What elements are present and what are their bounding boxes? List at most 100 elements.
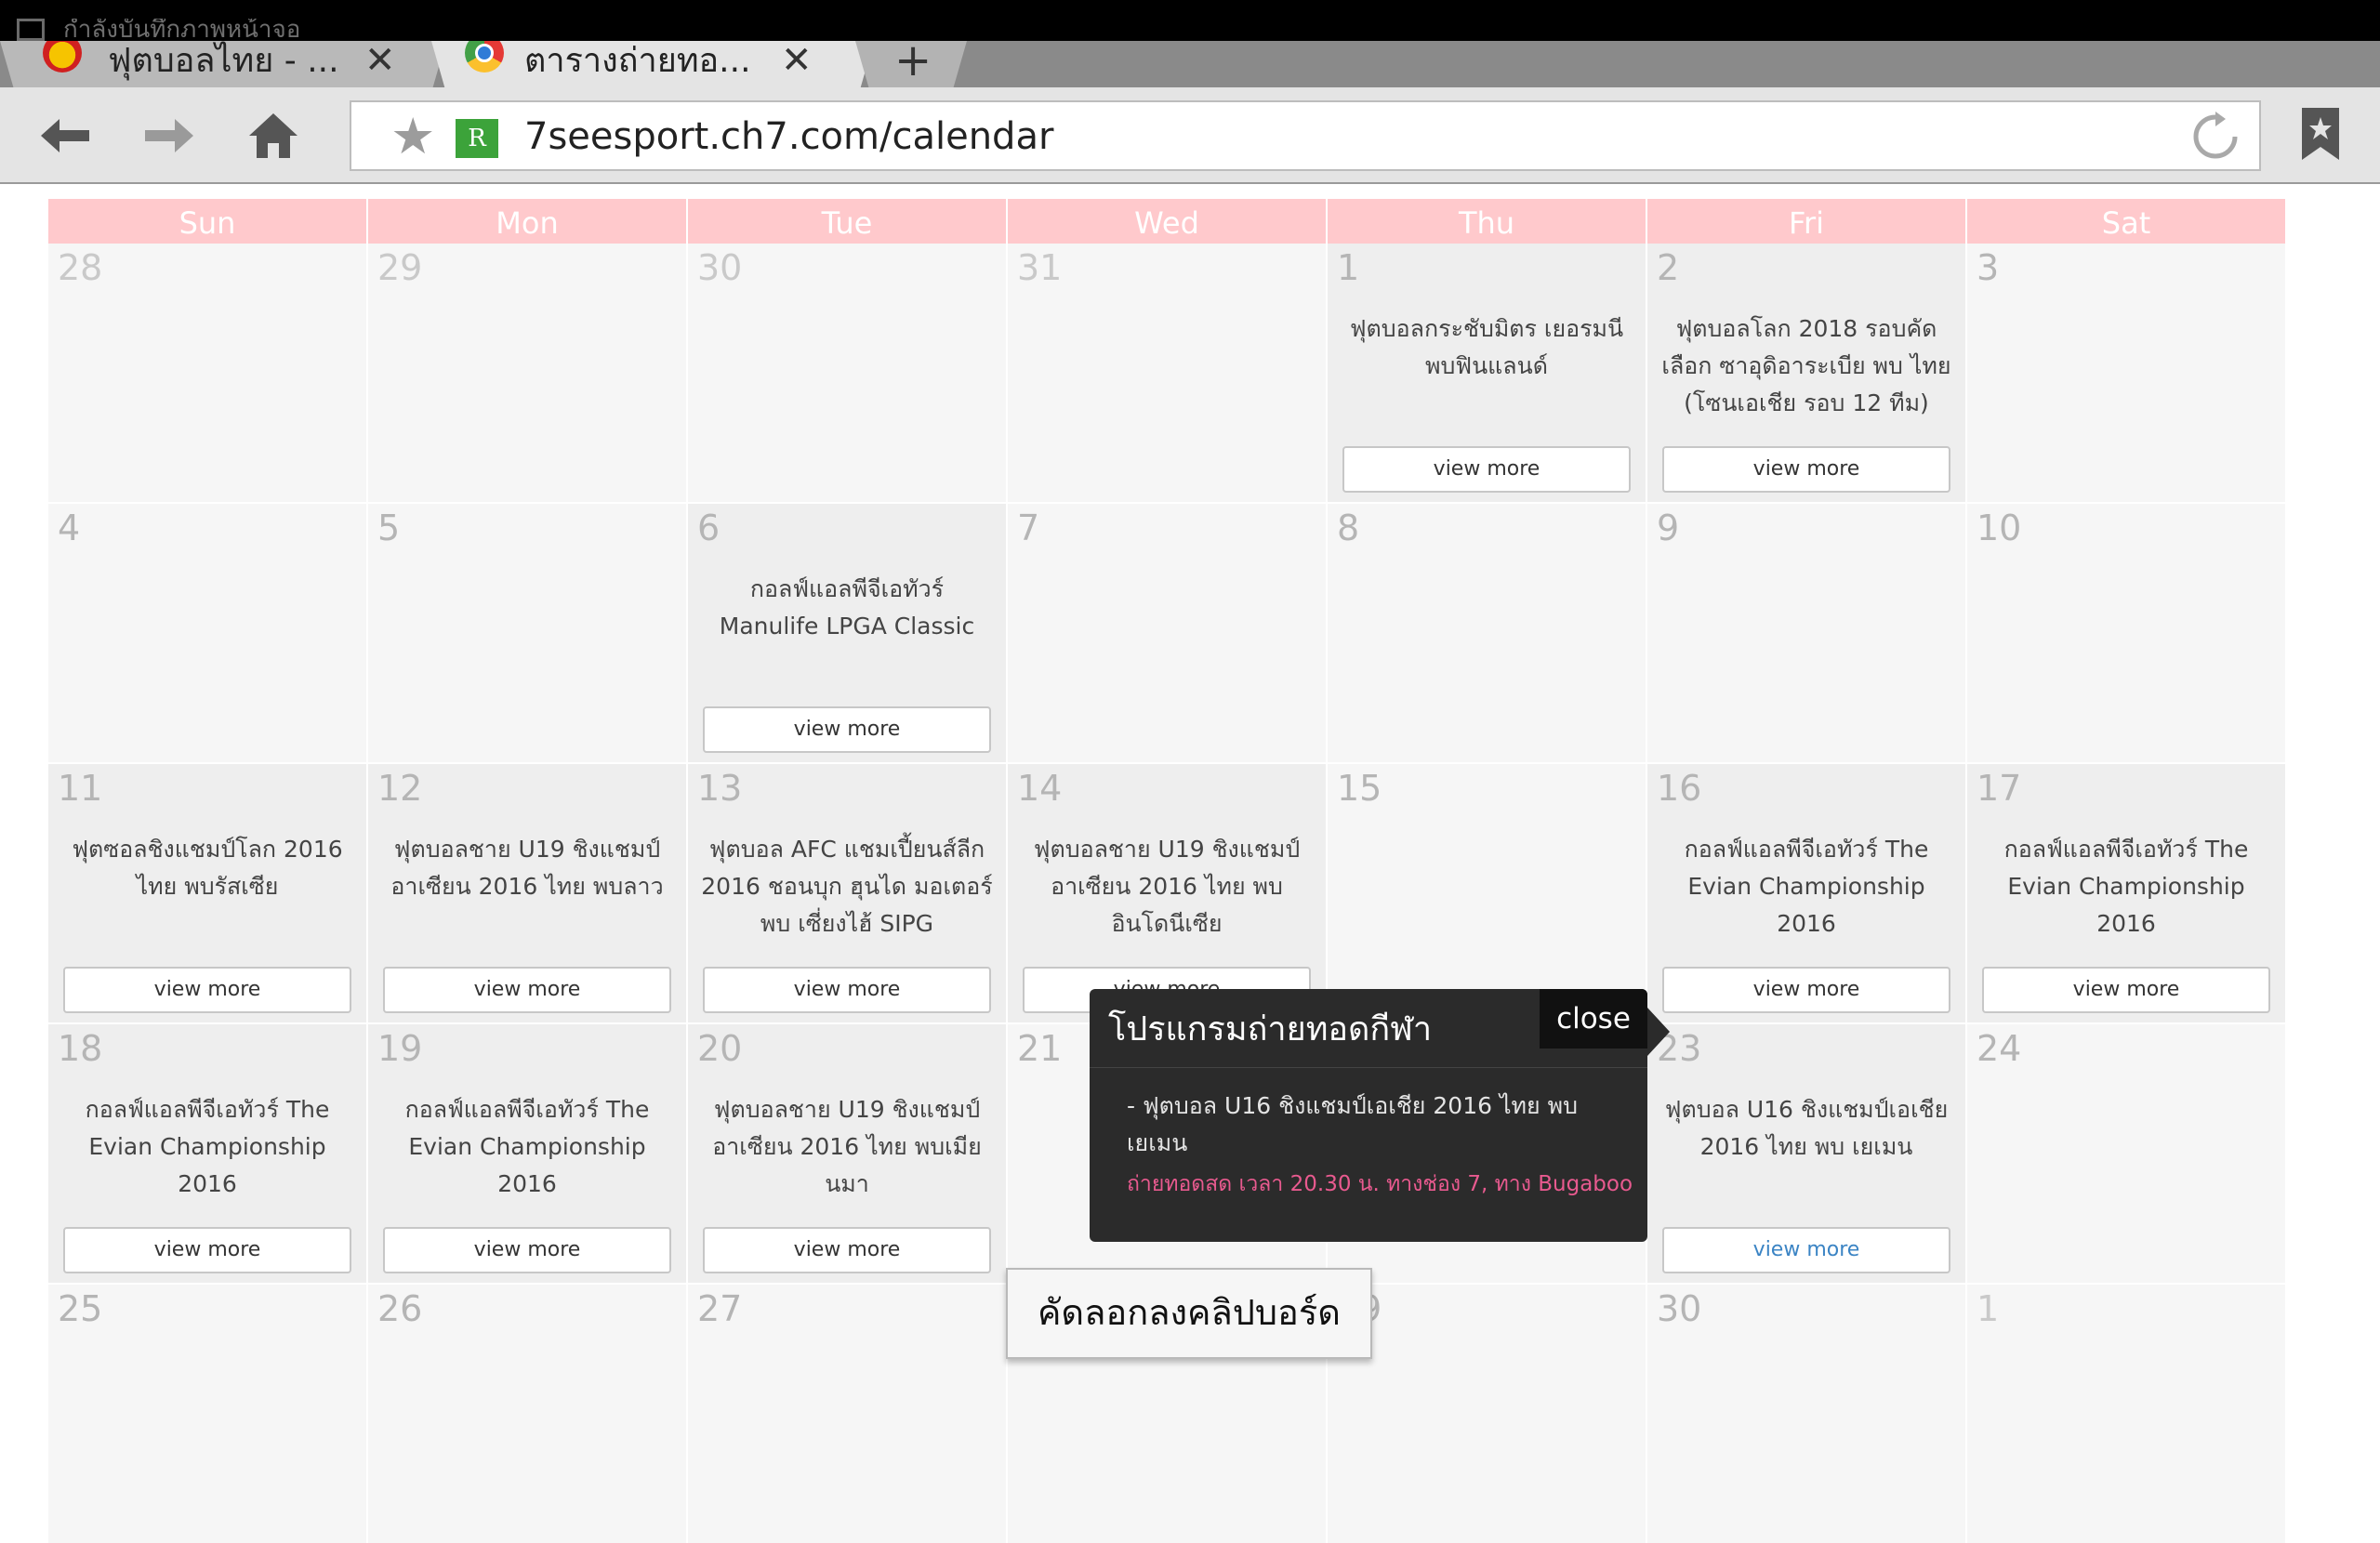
calendar-day-cell: 29 [1328,1285,1646,1543]
event-title: กอลฟ์แอลพีจีเอทัวร์ The Evian Championsh… [85,1096,330,1197]
day-number: 24 [1977,1028,2022,1069]
event-title: ฟุตบอลชาย U19 ชิงแชมป์อาเซียน 2016 ไทย พ… [712,1096,982,1197]
view-more-button[interactable]: view more [703,967,991,1013]
calendar-day-cell: 26 [368,1285,686,1543]
popover-event-item: - ฟุตบอล U16 ชิงแชมป์เอเชีย 2016 ไทย พบ … [1127,1092,1578,1156]
tab-calendar[interactable]: ตารางถ่ายทอ... ✕ [431,41,874,87]
calendar-day-cell: 4 [48,504,366,762]
view-more-button[interactable]: view more [63,967,351,1013]
calendar-day-cell: 11 ฟุตซอลชิงแชมป์โลก 2016 ไทย พบรัสเซีย vi… [48,764,366,1022]
plus-icon: + [894,41,932,86]
day-number: 25 [58,1288,103,1329]
star-icon[interactable]: ★ [390,112,435,162]
event-title: ฟุตบอล U16 ชิงแชมป์เอเชีย 2016 ไทย พบ เย… [1664,1096,1949,1160]
tab-title: ฟุตบอลไทย - ... [108,42,339,80]
tab-title: ตารางถ่ายทอ... [524,42,751,80]
popover-divider [1090,1067,1647,1068]
calendar-day-cell: 3 [1967,244,2285,502]
day-number: 12 [377,768,423,809]
calendar-day-cell: 15 [1328,764,1646,1022]
calendar-day-cell: 30 [688,244,1006,502]
view-more-button[interactable]: view more [1342,446,1631,493]
status-notification-text: กำลังบันทึกภาพหน้าจอ [63,19,301,41]
view-more-button[interactable]: view more [1982,967,2270,1013]
calendar-day-cell: 9 [1647,504,1965,762]
popover-close-button[interactable]: close [1540,989,1647,1048]
calendar-day-cell: 1 ฟุตบอลกระชับมิตร เยอรมนี พบฟินแลนด์ view… [1328,244,1646,502]
event-title: ฟุตบอลกระชับมิตร เยอรมนี พบฟินแลนด์ [1349,315,1624,379]
forward-arrow-icon[interactable] [141,110,197,162]
view-more-button[interactable]: view more [1662,446,1950,493]
tab-thai-football[interactable]: ฟุตบอลไทย - ... ✕ [0,41,446,87]
calendar-day-cell: 5 [368,504,686,762]
calendar-day-cell: 10 [1967,504,2285,762]
weekday-tue: Tue [688,199,1006,244]
day-number: 2 [1657,247,1680,288]
event-title: ฟุตบอลชาย U19 ชิงแชมป์อาเซียน 2016 ไทย พ… [390,836,664,900]
day-number: 13 [697,768,743,809]
calendar-day-cell: 19 กอลฟ์แอลพีจีเอทัวร์ The Evian Champion… [368,1024,686,1283]
day-number: 7 [1017,508,1040,548]
day-number: 9 [1657,508,1680,548]
calendar-day-cell: 12 ฟุตบอลชาย U19 ชิงแชมป์อาเซียน 2016 ไทย… [368,764,686,1022]
calendar-day-cell: 20 ฟุตบอลชาย U19 ชิงแชมป์อาเซียน 2016 ไทย… [688,1024,1006,1283]
day-number: 3 [1977,247,2000,288]
tab-strip: ฟุตบอลไทย - ... ✕ ตารางถ่ายทอ... ✕ + [0,41,2380,87]
calendar-day-cell: 29 [368,244,686,502]
view-more-button[interactable]: view more [1662,1227,1950,1273]
popover-broadcast-info: ถ่ายทอดสด เวลา 20.30 น. ทางช่อง 7, ทาง B… [1127,1172,1633,1196]
event-title: กอลฟ์แอลพีจีเอทัวร์ Manulife LPGA Classi… [719,575,975,640]
calendar-day-cell: 16 กอลฟ์แอลพีจีเอทัวร์ The Evian Champion… [1647,764,1965,1022]
view-more-button[interactable]: view more [383,1227,671,1273]
address-bar[interactable]: ★ R 7seesport.ch7.com/calendar [350,100,2261,171]
day-number: 1 [1337,247,1360,288]
view-more-button[interactable]: view more [383,967,671,1013]
reader-r-icon[interactable]: R [456,119,498,158]
context-menu[interactable]: คัดลอกลงคลิปบอร์ด [1006,1268,1372,1359]
copy-to-clipboard-item[interactable]: คัดลอกลงคลิปบอร์ด [1038,1290,1341,1335]
weekday-mon: Mon [368,199,686,244]
calendar-day-cell: 2 ฟุตบอลโลก 2018 รอบคัดเลือก ซาอุดิอาระเบ… [1647,244,1965,502]
weekday-sat: Sat [1967,199,2285,244]
day-number: 30 [697,247,743,288]
calendar-day-cell: 23 ฟุตบอล U16 ชิงแชมป์เอเชีย 2016 ไทย พบ … [1647,1024,1965,1283]
browser-toolbar: ★ R 7seesport.ch7.com/calendar [0,87,2380,184]
day-number: 15 [1337,768,1382,809]
calendar-day-cell: 7 [1008,504,1326,762]
calendar-day-cell: 13 ฟุตบอล AFC แชมเปี้ยนส์ลีก 2016 ชอนบุก … [688,764,1006,1022]
back-arrow-icon[interactable] [37,110,93,162]
day-number: 16 [1657,768,1702,809]
new-tab-button[interactable]: + [855,41,967,87]
bookmarks-icon[interactable] [2298,106,2343,162]
close-icon[interactable]: ✕ [364,41,396,80]
broadcast-popover: โปรแกรมถ่ายทอดกีฬา close - ฟุตบอล U16 ชิ… [1090,989,1647,1242]
popover-title: โปรแกรมถ่ายทอดกีฬา [1108,1010,1433,1048]
screenshot-notification-icon [17,19,45,41]
calendar-day-cell: 31 [1008,244,1326,502]
calendar-day-cell: 6 กอลฟ์แอลพีจีเอทัวร์ Manulife LPGA Class… [688,504,1006,762]
view-more-button[interactable]: view more [63,1227,351,1273]
day-number: 26 [377,1288,423,1329]
day-number: 30 [1657,1288,1702,1329]
day-number: 18 [58,1028,103,1069]
status-bar: กำลังบันทึกภาพหน้าจอ [0,0,2380,41]
event-title: กอลฟ์แอลพีจีเอทัวร์ The Evian Championsh… [2003,836,2249,937]
view-more-button[interactable]: view more [703,1227,991,1273]
day-number: 20 [697,1028,743,1069]
view-more-button[interactable]: view more [1662,967,1950,1013]
reload-icon[interactable] [2190,112,2241,162]
day-number: 17 [1977,768,2022,809]
home-icon[interactable] [245,110,301,162]
calendar-day-cell: 30 [1647,1285,1965,1543]
event-title: กอลฟ์แอลพีจีเอทัวร์ The Evian Championsh… [404,1096,650,1197]
calendar-day-cell: 27 [688,1285,1006,1543]
event-title: กอลฟ์แอลพีจีเอทัวร์ The Evian Championsh… [1684,836,1929,937]
day-number: 6 [697,508,721,548]
day-number: 21 [1017,1028,1063,1069]
day-number: 27 [697,1288,743,1329]
view-more-button[interactable]: view more [703,706,991,753]
url-text[interactable]: 7seesport.ch7.com/calendar [524,115,1053,158]
calendar-day-cell: 14 ฟุตบอลชาย U19 ชิงแชมป์อาเซียน 2016 ไทย… [1008,764,1326,1022]
calendar-day-cell: 1 [1967,1285,2285,1543]
close-icon[interactable]: ✕ [781,41,813,80]
